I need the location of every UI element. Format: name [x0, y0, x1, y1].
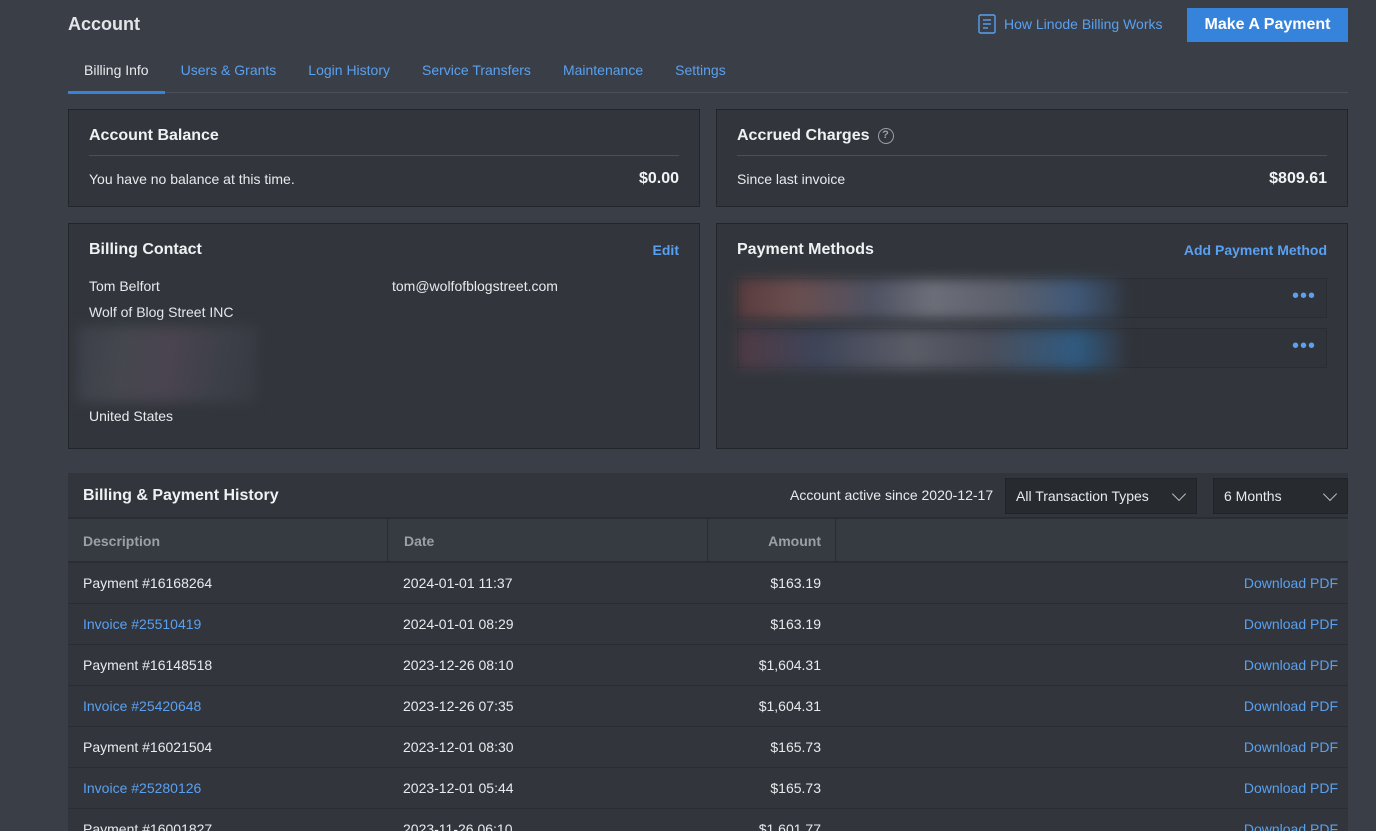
transaction-date: 2024-01-01 08:29 [403, 616, 514, 632]
page-header: Account How Linode Billing Works Make A … [68, 0, 1348, 50]
transaction-amount: $165.73 [770, 739, 821, 755]
download-pdf-link[interactable]: Download PDF [1244, 780, 1338, 796]
download-pdf-link[interactable]: Download PDF [1244, 739, 1338, 755]
transaction-date: 2023-11-26 06:10 [403, 821, 513, 831]
invoice-link[interactable]: Invoice #25510419 [83, 616, 201, 632]
contact-name: Tom Belfort [89, 278, 160, 294]
table-header: Description Date Amount [68, 519, 1348, 563]
chevron-down-icon [1322, 486, 1338, 502]
download-pdf-link[interactable]: Download PDF [1244, 657, 1338, 673]
transaction-amount: $163.19 [770, 616, 821, 632]
invoice-link[interactable]: Invoice #25280126 [83, 780, 201, 796]
column-divider [707, 519, 708, 563]
document-icon [978, 14, 996, 34]
transaction-description: Payment #16168264 [83, 575, 213, 591]
tab-login-history[interactable]: Login History [292, 50, 406, 93]
billing-contact-card: Billing Contact Edit Tom Belfort tom@wol… [68, 223, 700, 449]
billing-history-panel: Billing & Payment History Account active… [68, 473, 1348, 831]
table-row: Payment #16148518 2023-12-26 08:10 $1,60… [68, 645, 1348, 686]
transaction-date: 2023-12-26 08:10 [403, 657, 514, 673]
transaction-type-select[interactable]: All Transaction Types [1005, 478, 1197, 514]
account-active-since: Account active since 2020-12-17 [790, 487, 994, 503]
table-row: Payment #16021504 2023-12-01 08:30 $165.… [68, 727, 1348, 768]
transaction-date: 2024-01-01 11:37 [403, 575, 513, 591]
transaction-date: 2023-12-01 08:30 [403, 739, 514, 755]
tab-users-grants[interactable]: Users & Grants [165, 50, 293, 93]
billing-docs-link[interactable]: How Linode Billing Works [978, 14, 1162, 34]
date-range-select[interactable]: 6 Months [1213, 478, 1348, 514]
account-tabs: Billing Info Users & Grants Login Histor… [68, 50, 1348, 94]
transaction-date: 2023-12-26 07:35 [403, 698, 514, 714]
download-pdf-link[interactable]: Download PDF [1244, 616, 1338, 632]
table-row: Invoice #25420648 2023-12-26 07:35 $1,60… [68, 686, 1348, 727]
accrued-charges-label: Accrued Charges [737, 127, 870, 144]
redacted-address [77, 326, 257, 402]
table-row: Payment #16001827 2023-11-26 06:10 $1,60… [68, 809, 1348, 831]
payment-method-row: ••• [737, 328, 1327, 369]
divider [737, 155, 1327, 156]
payment-method-row: ••• [737, 278, 1327, 319]
payment-methods-title: Payment Methods [737, 241, 874, 258]
accrued-charges-value: $809.61 [1269, 170, 1327, 187]
transaction-amount: $1,601.77 [758, 821, 821, 831]
account-balance-text: You have no balance at this time. [89, 171, 295, 187]
table-row: Invoice #25510419 2024-01-01 08:29 $163.… [68, 604, 1348, 645]
column-divider [835, 519, 836, 563]
transaction-amount: $1,604.31 [758, 657, 821, 673]
payment-methods-card: Payment Methods Add Payment Method ••• •… [716, 223, 1348, 449]
help-icon[interactable]: ? [877, 127, 894, 144]
accrued-charges-card: Accrued Charges? Since last invoice $809… [716, 109, 1348, 207]
billing-history-header: Billing & Payment History Account active… [68, 473, 1348, 519]
billing-history-title: Billing & Payment History [83, 487, 279, 504]
transaction-description: Payment #16148518 [83, 657, 213, 673]
redacted-card [738, 279, 1123, 319]
edit-contact-button[interactable]: Edit [653, 242, 679, 258]
tab-maintenance[interactable]: Maintenance [547, 50, 659, 93]
column-date[interactable]: Date [404, 519, 434, 563]
add-payment-method-button[interactable]: Add Payment Method [1184, 242, 1327, 258]
column-amount[interactable]: Amount [768, 519, 821, 563]
column-divider [387, 519, 388, 563]
contact-company: Wolf of Blog Street INC [89, 304, 234, 320]
make-payment-button[interactable]: Make A Payment [1187, 8, 1348, 42]
download-pdf-link[interactable]: Download PDF [1244, 821, 1338, 831]
contact-email: tom@wolfofblogstreet.com [392, 278, 558, 294]
page-title: Account [68, 14, 140, 34]
column-description[interactable]: Description [83, 519, 160, 563]
contact-country: United States [89, 408, 174, 424]
transaction-amount: $1,604.31 [758, 698, 821, 714]
tab-settings[interactable]: Settings [659, 50, 742, 93]
transaction-description: Payment #16001827 [83, 821, 213, 831]
transaction-amount: $163.19 [770, 575, 821, 591]
accrued-charges-title: Accrued Charges? [737, 127, 894, 145]
transaction-amount: $165.73 [770, 780, 821, 796]
invoice-link[interactable]: Invoice #25420648 [83, 698, 201, 714]
account-balance-value: $0.00 [638, 170, 679, 187]
divider [89, 155, 679, 156]
accrued-charges-text: Since last invoice [737, 171, 846, 187]
account-balance-card: Account Balance You have no balance at t… [68, 109, 700, 207]
tab-billing-info[interactable]: Billing Info [68, 50, 165, 94]
table-row: Invoice #25280126 2023-12-01 05:44 $165.… [68, 768, 1348, 809]
more-options-icon[interactable]: ••• [1292, 286, 1316, 306]
chevron-down-icon [1171, 486, 1187, 502]
download-pdf-link[interactable]: Download PDF [1244, 698, 1338, 714]
date-range-value: 6 Months [1224, 488, 1282, 504]
billing-contact-title: Billing Contact [89, 241, 202, 258]
table-row: Payment #16168264 2024-01-01 11:37 $163.… [68, 563, 1348, 604]
transaction-date: 2023-12-01 05:44 [403, 780, 514, 796]
account-balance-title: Account Balance [89, 127, 219, 144]
more-options-icon[interactable]: ••• [1292, 336, 1316, 356]
transaction-description: Payment #16021504 [83, 739, 213, 755]
transaction-type-value: All Transaction Types [1016, 488, 1149, 504]
billing-docs-label: How Linode Billing Works [1004, 16, 1163, 32]
redacted-card [738, 329, 1123, 369]
download-pdf-link[interactable]: Download PDF [1244, 575, 1338, 591]
tab-service-transfers[interactable]: Service Transfers [406, 50, 547, 93]
